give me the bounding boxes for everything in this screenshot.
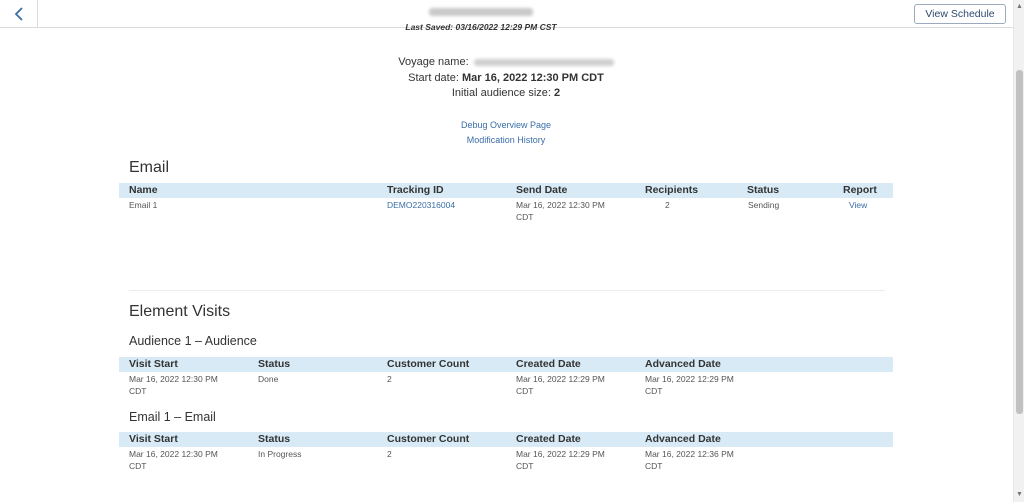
col-visit-start: Visit Start (129, 358, 178, 370)
col-created-date: Created Date (516, 433, 581, 445)
customer-count: 2 (387, 374, 392, 384)
col-created-date: Created Date (516, 358, 581, 370)
col-advanced-date: Advanced Date (645, 433, 721, 445)
audience-visit-title: Audience 1 – Audience (129, 334, 257, 348)
created-date-line2: CDT (516, 386, 534, 396)
debug-overview-link[interactable]: Debug Overview Page (300, 118, 712, 133)
start-date-label: Start date: (408, 71, 459, 84)
send-date-line2: CDT (516, 212, 534, 222)
start-date-value: Mar 16, 2022 12:30 PM CDT (461, 71, 604, 84)
scrollbar-thumb[interactable] (1016, 70, 1023, 414)
col-customer-count: Customer Count (387, 358, 470, 370)
email-visit-title: Email 1 – Email (129, 410, 216, 424)
created-date-line1: Mar 16, 2022 12:29 PM (516, 449, 605, 459)
audience-visits-header: Visit Start Status Customer Count Create… (119, 357, 893, 372)
col-recipients: Recipients (645, 184, 699, 196)
visit-status: In Progress (258, 449, 302, 459)
tracking-id-link[interactable]: DEMO220316004 (387, 200, 455, 210)
advanced-date-line1: Mar 16, 2022 12:29 PM (645, 374, 734, 384)
created-date-line2: CDT (516, 461, 534, 471)
scroll-down-arrow-icon[interactable]: ▼ (1014, 490, 1024, 500)
view-schedule-button[interactable]: View Schedule (914, 4, 1006, 24)
view-report-link[interactable]: View (849, 200, 867, 210)
advanced-date-line2: CDT (645, 386, 663, 396)
audience-size-label: Initial audience size: (451, 87, 551, 99)
overview-links: Debug Overview Page Modification History (300, 118, 712, 148)
table-row: Email 1 DEMO220316004 Mar 16, 2022 12:30… (119, 199, 893, 229)
col-advanced-date: Advanced Date (645, 358, 721, 370)
email-table-header: Name Tracking ID Send Date Recipients St… (119, 183, 893, 198)
email-name: Email 1 (129, 200, 158, 210)
created-date-line1: Mar 16, 2022 12:29 PM (516, 374, 605, 384)
audience-size-line: Initial audience size: 2 (300, 86, 712, 102)
send-date-line1: Mar 16, 2022 12:30 PM (516, 200, 605, 210)
col-status: Status (258, 358, 291, 370)
top-bar: Last Saved: 03/16/2022 12:29 PM CST View… (0, 0, 1013, 32)
visit-start-line1: Mar 16, 2022 12:30 PM (129, 449, 218, 459)
modification-history-link[interactable]: Modification History (300, 133, 712, 148)
col-visit-start: Visit Start (129, 433, 178, 445)
back-button[interactable] (0, 0, 38, 28)
col-name: Name (129, 184, 158, 196)
page-scrollbar[interactable]: ▲ ▼ (1013, 0, 1024, 502)
voyage-summary: Voyage name: Start date: Mar 16, 2022 12… (300, 55, 712, 102)
recipients-value: 2 (665, 200, 670, 210)
voyage-title-redacted (429, 8, 533, 16)
email-visits-header: Visit Start Status Customer Count Create… (119, 432, 893, 447)
voyage-name-redacted (473, 58, 614, 66)
table-row: Mar 16, 2022 12:30 PM CDT Done 2 Mar 16,… (119, 373, 893, 403)
col-status: Status (747, 184, 780, 196)
created-date-cell: Mar 16, 2022 12:29 PM CDT (516, 373, 616, 397)
customer-count: 2 (387, 449, 392, 459)
visit-status: Done (258, 374, 279, 384)
chevron-left-icon (14, 7, 23, 21)
audience-size-value: 2 (554, 87, 561, 99)
element-visits-title: Element Visits (129, 303, 231, 320)
col-report: Report (843, 184, 877, 196)
email-section-title: Email (129, 159, 170, 176)
scroll-up-arrow-icon[interactable]: ▲ (1014, 2, 1024, 12)
voyage-title-area: Last Saved: 03/16/2022 12:29 PM CST (300, 3, 662, 32)
advanced-date-cell: Mar 16, 2022 12:29 PM CDT (645, 373, 745, 397)
table-row: Mar 16, 2022 12:30 PM CDT In Progress 2 … (119, 448, 893, 478)
section-divider (129, 290, 885, 291)
last-saved-text: Last Saved: 03/16/2022 12:29 PM CST (405, 22, 557, 32)
visit-start-line2: CDT (129, 386, 147, 396)
created-date-cell: Mar 16, 2022 12:29 PM CDT (516, 448, 616, 472)
email-status: Sending (748, 200, 780, 210)
visit-start-line1: Mar 16, 2022 12:30 PM (129, 374, 218, 384)
visit-start-cell: Mar 16, 2022 12:30 PM CDT (129, 448, 229, 472)
col-send-date: Send Date (516, 184, 568, 196)
visit-start-cell: Mar 16, 2022 12:30 PM CDT (129, 373, 229, 397)
start-date-line: Start date: Mar 16, 2022 12:30 PM CDT (300, 71, 712, 87)
advanced-date-cell: Mar 16, 2022 12:36 PM CDT (645, 448, 745, 472)
voyage-name-label: Voyage name: (398, 56, 469, 68)
col-status: Status (258, 433, 291, 445)
col-customer-count: Customer Count (387, 433, 470, 445)
voyage-name-line: Voyage name: (300, 55, 712, 71)
col-tracking-id: Tracking ID (387, 184, 444, 196)
advanced-date-line2: CDT (645, 461, 663, 471)
visit-start-line2: CDT (129, 461, 147, 471)
advanced-date-line1: Mar 16, 2022 12:36 PM (645, 449, 734, 459)
send-date-cell: Mar 16, 2022 12:30 PM CDT (516, 199, 616, 223)
